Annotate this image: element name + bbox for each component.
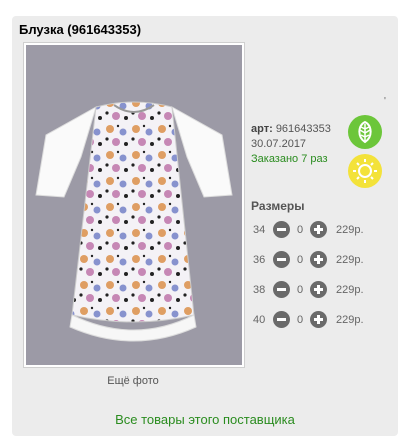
- ordered-count: Заказано 7 раз: [251, 153, 328, 165]
- size-price: 229р.: [336, 284, 364, 296]
- plus-button[interactable]: [310, 281, 327, 298]
- plus-button[interactable]: [310, 251, 327, 268]
- corner-mark: ': [384, 96, 386, 107]
- art-value: 961643353: [275, 123, 331, 135]
- minus-button[interactable]: [273, 281, 290, 298]
- product-date: 30.07.2017: [251, 138, 307, 150]
- product-photo[interactable]: [26, 45, 242, 365]
- all-supplier-products-link[interactable]: Все товары этого поставщика: [12, 412, 398, 427]
- size-price: 229р.: [336, 314, 364, 326]
- minus-button[interactable]: [273, 251, 290, 268]
- quantity-value: 0: [297, 314, 304, 326]
- blouse-image: [35, 101, 233, 342]
- product-info: арт: 961643353 30.07.2017 Заказано 7 раз: [251, 122, 331, 167]
- sizes-title: Размеры: [251, 199, 305, 213]
- art-label: арт:: [251, 123, 273, 135]
- product-title: Блузка (961643353): [19, 22, 142, 37]
- more-photos-link[interactable]: Ещё фото: [23, 375, 243, 387]
- leaf-icon: [348, 115, 382, 149]
- size-price: 229р.: [336, 224, 364, 236]
- size-label: 34: [253, 224, 266, 236]
- plus-button[interactable]: [310, 221, 327, 238]
- size-label: 36: [253, 254, 266, 266]
- quantity-value: 0: [297, 224, 304, 236]
- sun-icon: [348, 154, 382, 188]
- size-label: 40: [253, 314, 266, 326]
- size-label: 38: [253, 284, 266, 296]
- size-price: 229р.: [336, 254, 364, 266]
- photo-frame[interactable]: [23, 42, 245, 368]
- quantity-value: 0: [297, 254, 304, 266]
- minus-button[interactable]: [273, 311, 290, 328]
- quantity-value: 0: [297, 284, 304, 296]
- plus-button[interactable]: [310, 311, 327, 328]
- minus-button[interactable]: [273, 221, 290, 238]
